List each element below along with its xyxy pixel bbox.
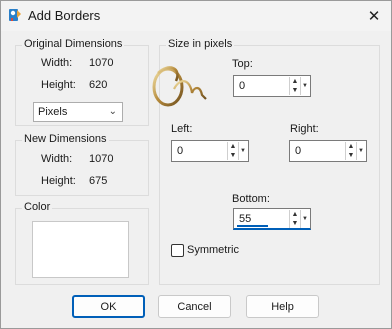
slider-dropdown-icon[interactable]: ▼: [300, 210, 309, 228]
ok-button[interactable]: OK: [72, 295, 145, 318]
top-value: 0: [239, 80, 246, 92]
slider-dropdown-icon[interactable]: ▼: [238, 142, 247, 160]
spin-arrows: ▲ ▼: [289, 210, 299, 228]
slider-dropdown-icon[interactable]: ▼: [356, 142, 365, 160]
original-height-value: 620: [89, 79, 108, 91]
paintshop-app-icon: [9, 9, 21, 21]
spin-up-icon[interactable]: ▲: [347, 142, 355, 151]
unit-select[interactable]: Pixels ⌄: [33, 102, 123, 122]
spin-up-icon[interactable]: ▲: [291, 210, 299, 219]
bottom-label: Bottom:: [232, 193, 270, 205]
spin-up-icon[interactable]: ▲: [291, 77, 299, 86]
spin-down-icon[interactable]: ▼: [347, 151, 355, 160]
cancel-button[interactable]: Cancel: [158, 295, 231, 318]
add-borders-dialog: Add Borders ✕ Original Dimensions Width:…: [0, 0, 392, 329]
spin-up-icon[interactable]: ▲: [229, 142, 237, 151]
right-spinbox[interactable]: 0 ▲ ▼ ▼: [289, 140, 367, 162]
top-spinbox[interactable]: 0 ▲ ▼ ▼: [233, 75, 311, 97]
window-title: Add Borders: [28, 8, 101, 23]
close-button[interactable]: ✕: [357, 1, 391, 31]
chevron-down-icon: ⌄: [108, 106, 117, 117]
size-in-pixels-title: Size in pixels: [166, 38, 235, 50]
spin-arrows: ▲ ▼: [289, 77, 299, 95]
right-value: 0: [295, 145, 302, 157]
symmetric-label: Symmetric: [187, 244, 239, 256]
spin-arrows: ▲ ▼: [345, 142, 355, 160]
spin-down-icon[interactable]: ▼: [229, 151, 237, 160]
new-dimensions-group: New Dimensions: [15, 133, 149, 196]
unit-select-value: Pixels: [38, 106, 68, 118]
cancel-button-label: Cancel: [177, 300, 212, 313]
original-width-label: Width:: [41, 57, 73, 69]
title-bar[interactable]: Add Borders ✕: [1, 1, 391, 31]
top-label: Top:: [232, 58, 253, 70]
new-width-label: Width:: [41, 153, 73, 165]
slider-dropdown-icon[interactable]: ▼: [300, 77, 309, 95]
left-value: 0: [177, 145, 184, 157]
help-button[interactable]: Help: [246, 295, 319, 318]
new-height-label: Height:: [41, 175, 76, 187]
border-color-swatch[interactable]: [32, 221, 129, 278]
symmetric-checkbox[interactable]: [171, 244, 184, 257]
bottom-value-slider-bar: [237, 225, 268, 227]
border-preview-logo-icon: [152, 66, 207, 107]
ok-button-label: OK: [100, 300, 117, 313]
close-icon: ✕: [367, 8, 381, 25]
spin-down-icon[interactable]: ▼: [291, 219, 299, 228]
bottom-value: 55: [239, 213, 252, 225]
left-label: Left:: [171, 123, 193, 135]
bottom-spinbox[interactable]: 55 ▲ ▼ ▼: [233, 208, 311, 230]
new-dimensions-title: New Dimensions: [22, 133, 109, 145]
right-label: Right:: [290, 123, 319, 135]
new-width-value: 1070: [89, 153, 114, 165]
help-button-label: Help: [271, 300, 294, 313]
spin-down-icon[interactable]: ▼: [291, 86, 299, 95]
color-title: Color: [22, 201, 53, 213]
new-height-value: 675: [89, 175, 108, 187]
original-height-label: Height:: [41, 79, 76, 91]
left-spinbox[interactable]: 0 ▲ ▼ ▼: [171, 140, 249, 162]
spin-arrows: ▲ ▼: [227, 142, 237, 160]
original-dimensions-title: Original Dimensions: [22, 38, 125, 50]
original-width-value: 1070: [89, 57, 114, 69]
